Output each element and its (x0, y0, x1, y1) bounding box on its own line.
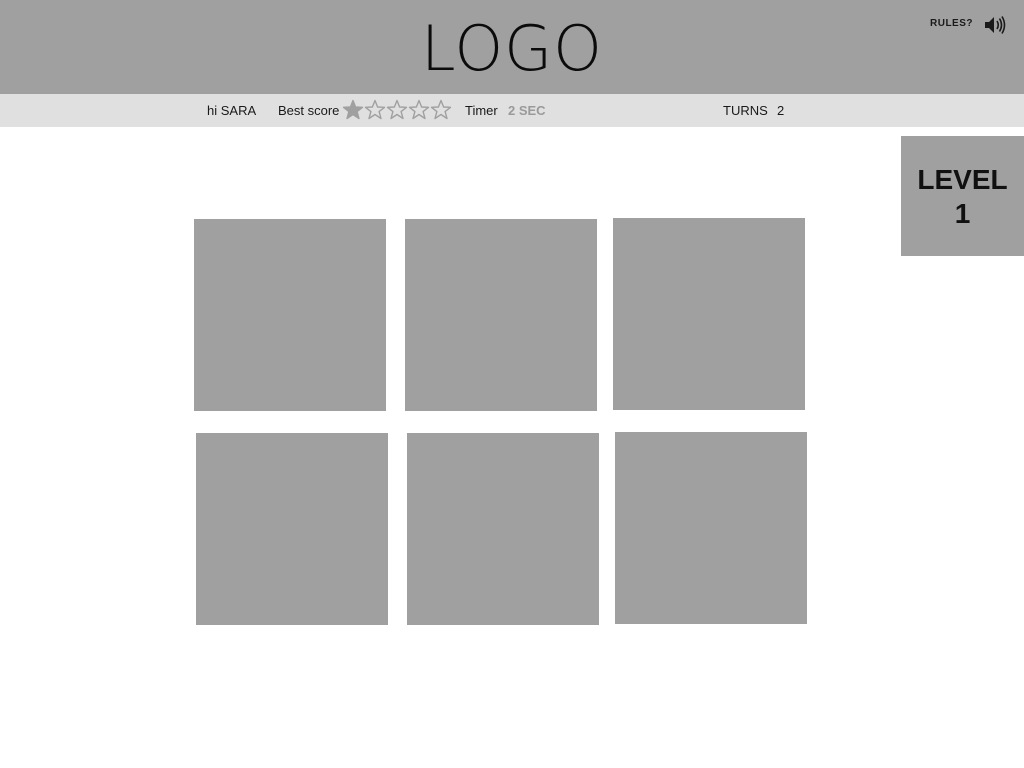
star-outline-icon (408, 99, 430, 120)
sound-toggle-button[interactable] (983, 15, 1007, 35)
memory-card[interactable] (407, 433, 599, 625)
memory-card[interactable] (615, 432, 807, 624)
level-number: 1 (954, 198, 971, 229)
player-greeting: hi SARA (207, 103, 257, 118)
level-word: LEVEL (917, 164, 1008, 195)
star-outline-icon (386, 99, 408, 120)
memory-card[interactable] (194, 219, 386, 411)
best-score-stars (342, 99, 452, 121)
memory-card[interactable] (405, 219, 597, 411)
timer-label: Timer (465, 103, 498, 118)
rules-link[interactable]: RULES? (930, 18, 973, 29)
speaker-volume-icon (985, 16, 1006, 34)
header: LOGO RULES? (0, 0, 1024, 94)
status-bar: hi SARA Best score Timer 2 SEC TURNS 2 (0, 94, 1024, 127)
memory-card[interactable] (613, 218, 805, 410)
timer-value: 2 SEC (508, 103, 546, 118)
best-score-label: Best score (278, 103, 340, 118)
memory-card[interactable] (196, 433, 388, 625)
game-screen: LOGO RULES? hi SARA Best score Timer 2 S… (0, 0, 1024, 768)
logo: LOGO (421, 12, 603, 85)
turns-label: TURNS (723, 103, 768, 118)
level-badge: LEVEL 1 (901, 136, 1024, 256)
star-filled-icon (342, 99, 364, 120)
turns-value: 2 (777, 103, 785, 118)
star-outline-icon (430, 99, 452, 120)
star-outline-icon (364, 99, 386, 120)
